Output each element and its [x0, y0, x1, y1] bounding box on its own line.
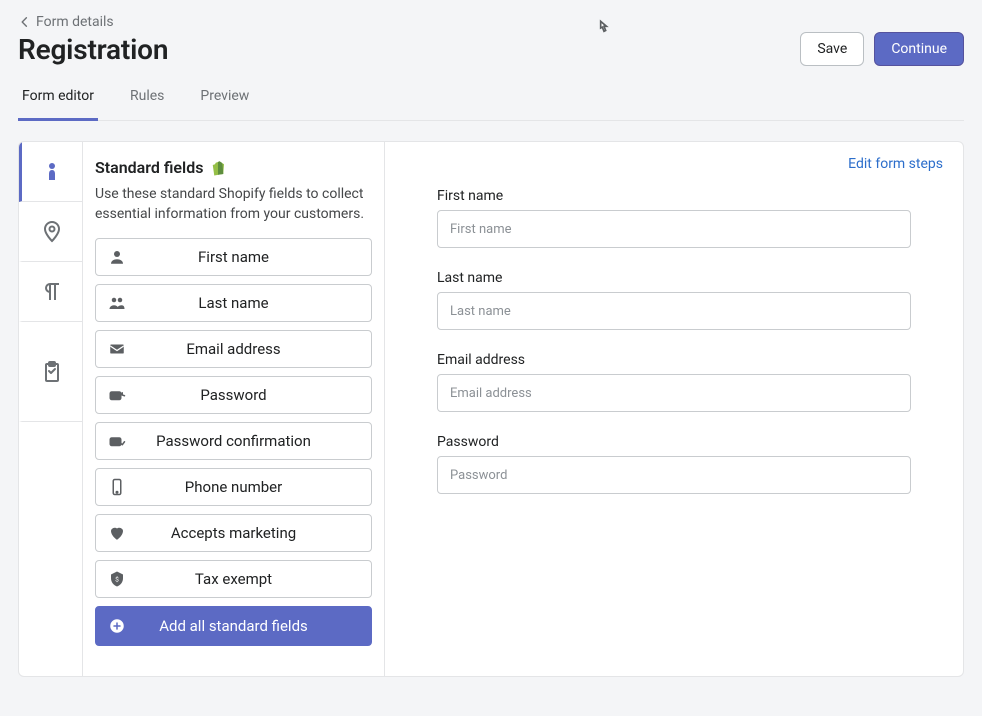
- preview-field-email: Email address: [437, 352, 911, 412]
- field-phone[interactable]: Phone number: [95, 468, 372, 506]
- side-rail: [19, 142, 83, 676]
- field-label: Password: [200, 386, 266, 404]
- edit-form-steps-link[interactable]: Edit form steps: [848, 156, 943, 172]
- svg-text:$: $: [115, 575, 119, 583]
- panel-title: Standard fields: [95, 158, 203, 177]
- field-password-confirmation[interactable]: Password confirmation: [95, 422, 372, 460]
- field-label: Email address: [186, 340, 280, 358]
- breadcrumb-label: Form details: [36, 14, 114, 30]
- tabs: Form editor Rules Preview: [18, 80, 964, 121]
- continue-button[interactable]: Continue: [874, 32, 964, 66]
- field-password[interactable]: Password: [95, 376, 372, 414]
- email-input[interactable]: [437, 374, 911, 412]
- lock-icon: [108, 386, 126, 404]
- tab-preview[interactable]: Preview: [196, 80, 253, 121]
- add-all-standard-fields-button[interactable]: Add all standard fields: [95, 606, 372, 646]
- heart-icon: [108, 524, 126, 542]
- editor-card: Standard fields Use these standard Shopi…: [18, 141, 964, 677]
- field-label: Tax exempt: [195, 570, 272, 588]
- last-name-input[interactable]: [437, 292, 911, 330]
- map-pin-icon: [40, 220, 64, 244]
- field-label: Phone number: [185, 478, 282, 496]
- field-accepts-marketing[interactable]: Accepts marketing: [95, 514, 372, 552]
- shopify-icon: [209, 159, 227, 177]
- field-tax-exempt[interactable]: $ Tax exempt: [95, 560, 372, 598]
- rail-item-paragraph[interactable]: [19, 262, 82, 322]
- lock-check-icon: [108, 432, 126, 450]
- field-first-name[interactable]: First name: [95, 238, 372, 276]
- field-label: Accepts marketing: [171, 524, 296, 542]
- tab-form-editor[interactable]: Form editor: [18, 80, 98, 121]
- field-label: First name: [198, 248, 269, 266]
- breadcrumb[interactable]: Form details: [18, 14, 964, 30]
- chevron-left-icon: [18, 15, 32, 29]
- field-last-name[interactable]: Last name: [95, 284, 372, 322]
- add-all-label: Add all standard fields: [159, 617, 308, 635]
- fields-panel: Standard fields Use these standard Shopi…: [83, 142, 385, 676]
- rail-item-person[interactable]: [19, 142, 82, 202]
- preview-label: Password: [437, 434, 911, 450]
- users-icon: [108, 294, 126, 312]
- field-email[interactable]: Email address: [95, 330, 372, 368]
- plus-circle-icon: [108, 617, 126, 635]
- field-label: Password confirmation: [156, 432, 311, 450]
- preview-field-last-name: Last name: [437, 270, 911, 330]
- rail-item-location[interactable]: [19, 202, 82, 262]
- preview-label: Email address: [437, 352, 911, 368]
- paragraph-icon: [40, 280, 64, 304]
- preview-label: First name: [437, 188, 911, 204]
- preview-field-password: Password: [437, 434, 911, 494]
- field-label: Last name: [198, 294, 268, 312]
- tab-rules[interactable]: Rules: [126, 80, 168, 121]
- page-title: Registration: [18, 33, 168, 66]
- clipboard-icon: [40, 360, 64, 384]
- save-button[interactable]: Save: [800, 32, 864, 66]
- person-icon: [40, 160, 64, 184]
- mail-icon: [108, 340, 126, 358]
- preview-label: Last name: [437, 270, 911, 286]
- password-input[interactable]: [437, 456, 911, 494]
- tax-icon: $: [108, 570, 126, 588]
- preview-panel: Edit form steps First name Last name Ema…: [385, 142, 963, 676]
- preview-field-first-name: First name: [437, 188, 911, 248]
- first-name-input[interactable]: [437, 210, 911, 248]
- phone-icon: [108, 478, 126, 496]
- panel-description: Use these standard Shopify fields to col…: [95, 185, 372, 224]
- user-icon: [108, 248, 126, 266]
- rail-item-clipboard[interactable]: [19, 322, 82, 422]
